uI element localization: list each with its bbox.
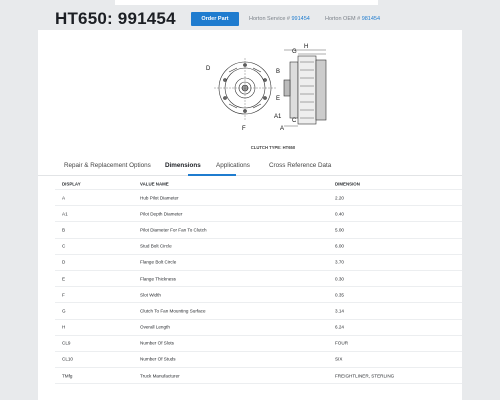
label-h: H [304,44,308,50]
cell-dimension: 3.70 [335,259,344,265]
tab-dimensions[interactable]: Dimensions [165,162,201,169]
table-row: CL10 Number Of Studs SIX [55,352,462,369]
table-header: DISPLAY VALUE NAME DIMENSION [55,178,462,190]
cell-display: A1 [62,211,68,217]
column-header-dimension: DIMENSION [335,181,360,186]
cell-value-name: Slot Width [140,292,161,298]
cell-display: G [62,308,66,314]
page-title: HT650: 991454 [55,9,176,28]
cell-dimension: 0.40 [335,211,344,217]
cell-dimension: 0.30 [335,276,344,282]
label-g: G [292,49,297,55]
table-row: D Flange Bolt Circle 3.70 [55,255,462,271]
cell-dimension: 2.20 [335,195,344,201]
cell-dimension: SIX [335,356,343,362]
cell-dimension: 3.14 [335,308,344,314]
column-header-display: DISPLAY [62,181,81,186]
tab-repair-replacement[interactable]: Repair & Replacement Options [64,162,151,169]
cell-display: B [62,227,66,233]
label-e: E [276,96,280,102]
label-d: D [206,66,211,72]
cell-value-name: Number Of Slots [140,340,174,346]
cell-value-name: Truck Manufacturer [140,373,180,379]
horton-service-ref: Horton Service # 991454 [249,15,310,23]
cell-display: CL10 [62,356,73,362]
horton-service-label: Horton Service # [249,16,290,22]
label-a1: A1 [274,114,282,120]
horton-service-number[interactable]: 991454 [292,16,310,22]
dimensions-table: DISPLAY VALUE NAME DIMENSION A Hub Pilot … [55,178,462,385]
cell-value-name: Flange Thickness [140,276,176,282]
clutch-diagram: D B E F H G A1 A C [206,44,327,132]
cell-value-name: Pilot Depth Diameter [140,211,183,217]
cell-value-name: Hub Pilot Diameter [140,195,179,201]
cell-dimension: 5.00 [335,227,344,233]
table-row: A1 Pilot Depth Diameter 0.40 [55,206,462,223]
table-row: G Clutch To Fan Mounting Surface 3.14 [55,303,462,320]
cell-dimension: FREIGHTLINER, STERLING [335,373,395,379]
top-strip [115,0,378,5]
cell-display: D [62,259,66,265]
cell-display: C [62,243,66,249]
cell-display: H [62,324,66,330]
table-row: F Slot Width 0.35 [55,287,462,304]
table-row: C Stud Bolt Circle 6.00 [55,239,462,255]
cell-display: E [62,276,66,282]
cell-value-name: Stud Bolt Circle [140,243,172,249]
table-row: TMfg Truck Manufacturer FREIGHTLINER, STER… [55,368,462,385]
active-tab-indicator [188,174,236,176]
horton-oem-number[interactable]: 981454 [362,16,380,22]
horton-oem-label: Horton OEM # [325,16,361,22]
tab-applications[interactable]: Applications [216,162,250,169]
cell-display: TMfg [62,373,73,379]
cell-dimension: 6.00 [335,243,344,249]
cell-value-name: Pilot Diameter For Fan To Clutch [140,227,207,233]
label-a: A [280,126,284,132]
label-f: F [242,126,246,132]
table-row: A Hub Pilot Diameter 2.20 [55,190,462,207]
table-row: CL9 Number Of Slots FOUR [55,336,462,352]
table-row: H Overall Length 6.24 [55,320,462,336]
cell-dimension: FOUR [335,340,349,346]
order-part-button[interactable]: Order Part [191,12,239,26]
cell-display: F [62,292,65,298]
label-c: C [292,118,297,124]
detail-tabs: Repair & Replacement Options Dimensions … [38,156,462,176]
diagram-caption: CLUTCH TYPE: HT650 [250,145,296,150]
cell-value-name: Flange Bolt Circle [140,259,177,265]
cell-value-name: Clutch To Fan Mounting Surface [140,308,206,314]
cell-value-name: Overall Length [140,324,170,330]
cell-dimension: 0.35 [335,292,344,298]
cell-dimension: 6.24 [335,324,344,330]
part-header: HT650: 991454 Order Part Horton Service … [55,8,455,34]
table-row: B Pilot Diameter For Fan To Clutch 5.00 [55,222,462,239]
table-row: E Flange Thickness 0.30 [55,271,462,288]
cell-value-name: Number Of Studs [140,356,176,362]
horton-oem-ref: Horton OEM # 981454 [325,15,380,23]
cell-display: A [62,195,66,201]
label-b: B [276,69,280,75]
column-header-value-name: VALUE NAME [140,181,169,186]
cell-display: CL9 [62,340,71,346]
tab-cross-reference[interactable]: Cross Reference Data [269,162,331,169]
